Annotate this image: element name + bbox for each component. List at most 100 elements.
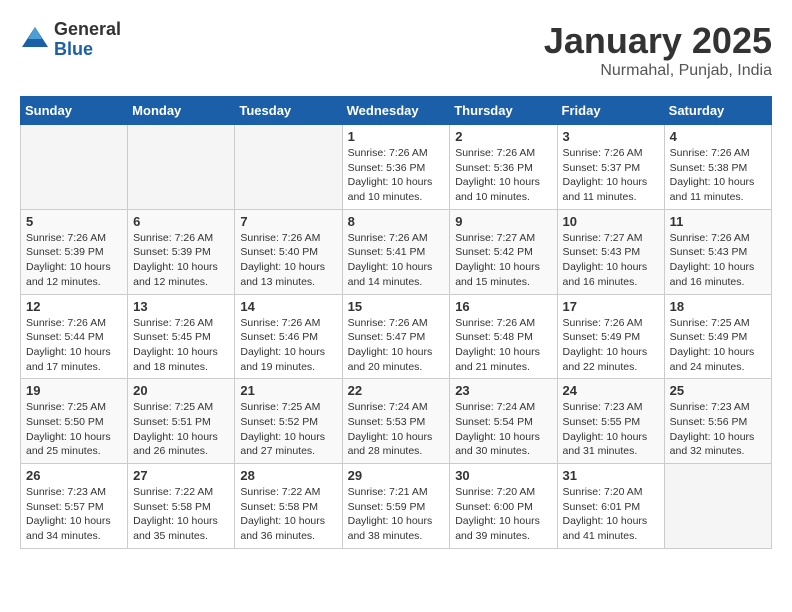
day-info: Sunrise: 7:26 AM Sunset: 5:45 PM Dayligh… <box>133 316 229 375</box>
day-info: Sunrise: 7:25 AM Sunset: 5:50 PM Dayligh… <box>26 400 122 459</box>
day-number: 31 <box>563 468 659 483</box>
day-number: 20 <box>133 383 229 398</box>
day-info: Sunrise: 7:26 AM Sunset: 5:49 PM Dayligh… <box>563 316 659 375</box>
calendar-cell: 25 Sunrise: 7:23 AM Sunset: 5:56 PM Dayli… <box>664 379 771 464</box>
weekday-header-row: SundayMondayTuesdayWednesdayThursdayFrid… <box>21 97 772 125</box>
day-info: Sunrise: 7:27 AM Sunset: 5:42 PM Dayligh… <box>455 231 551 290</box>
day-info: Sunrise: 7:26 AM Sunset: 5:40 PM Dayligh… <box>240 231 336 290</box>
day-info: Sunrise: 7:26 AM Sunset: 5:48 PM Dayligh… <box>455 316 551 375</box>
logo-icon <box>20 25 50 55</box>
calendar-cell: 30Sunrise: 7:20 AM Sunset: 6:00 PM Dayli… <box>450 464 557 549</box>
logo-text: General Blue <box>54 20 121 60</box>
calendar-cell: 29Sunrise: 7:21 AM Sunset: 5:59 PM Dayli… <box>342 464 450 549</box>
calendar-cell: 11 Sunrise: 7:26 AM Sunset: 5:43 PM Dayli… <box>664 209 771 294</box>
day-info: Sunrise: 7:25 AM Sunset: 5:49 PM Dayligh… <box>670 316 766 375</box>
calendar-cell: 4Sunrise: 7:26 AM Sunset: 5:38 PM Daylig… <box>664 125 771 210</box>
day-number: 3 <box>563 129 659 144</box>
day-number: 8 <box>348 214 445 229</box>
day-info: Sunrise: 7:25 AM Sunset: 5:51 PM Dayligh… <box>133 400 229 459</box>
day-info: Sunrise: 7:21 AM Sunset: 5:59 PM Dayligh… <box>348 485 445 544</box>
calendar-cell: 9 Sunrise: 7:27 AM Sunset: 5:42 PM Daylig… <box>450 209 557 294</box>
day-number: 15 <box>348 299 445 314</box>
weekday-header-saturday: Saturday <box>664 97 771 125</box>
day-number: 23 <box>455 383 551 398</box>
calendar-cell: 13Sunrise: 7:26 AM Sunset: 5:45 PM Dayli… <box>128 294 235 379</box>
day-number: 9 <box>455 214 551 229</box>
day-number: 28 <box>240 468 336 483</box>
calendar-cell: 2 Sunrise: 7:26 AM Sunset: 5:36 PM Daylig… <box>450 125 557 210</box>
day-number: 7 <box>240 214 336 229</box>
day-info: Sunrise: 7:26 AM Sunset: 5:43 PM Dayligh… <box>670 231 766 290</box>
calendar-cell: 27Sunrise: 7:22 AM Sunset: 5:58 PM Dayli… <box>128 464 235 549</box>
day-number: 18 <box>670 299 766 314</box>
calendar-cell: 5 Sunrise: 7:26 AM Sunset: 5:39 PM Daylig… <box>21 209 128 294</box>
weekday-header-sunday: Sunday <box>21 97 128 125</box>
day-info: Sunrise: 7:26 AM Sunset: 5:37 PM Dayligh… <box>563 146 659 205</box>
day-info: Sunrise: 7:26 AM Sunset: 5:47 PM Dayligh… <box>348 316 445 375</box>
title-block: January 2025 Nurmahal, Punjab, India <box>544 20 772 80</box>
calendar-cell: 17 Sunrise: 7:26 AM Sunset: 5:49 PM Dayli… <box>557 294 664 379</box>
day-info: Sunrise: 7:26 AM Sunset: 5:44 PM Dayligh… <box>26 316 122 375</box>
calendar-cell: 15 Sunrise: 7:26 AM Sunset: 5:47 PM Dayli… <box>342 294 450 379</box>
calendar-subtitle: Nurmahal, Punjab, India <box>544 62 772 80</box>
calendar-cell: 10Sunrise: 7:27 AM Sunset: 5:43 PM Dayli… <box>557 209 664 294</box>
calendar-cell: 24Sunrise: 7:23 AM Sunset: 5:55 PM Dayli… <box>557 379 664 464</box>
calendar-cell: 20 Sunrise: 7:25 AM Sunset: 5:51 PM Dayli… <box>128 379 235 464</box>
day-info: Sunrise: 7:22 AM Sunset: 5:58 PM Dayligh… <box>240 485 336 544</box>
page-header: General Blue January 2025 Nurmahal, Punj… <box>20 20 772 80</box>
calendar-cell: 21Sunrise: 7:25 AM Sunset: 5:52 PM Dayli… <box>235 379 342 464</box>
day-info: Sunrise: 7:26 AM Sunset: 5:39 PM Dayligh… <box>133 231 229 290</box>
calendar-cell: 1 Sunrise: 7:26 AM Sunset: 5:36 PM Daylig… <box>342 125 450 210</box>
day-number: 19 <box>26 383 122 398</box>
calendar-cell: 16 Sunrise: 7:26 AM Sunset: 5:48 PM Dayli… <box>450 294 557 379</box>
day-number: 10 <box>563 214 659 229</box>
weekday-header-thursday: Thursday <box>450 97 557 125</box>
day-number: 22 <box>348 383 445 398</box>
day-info: Sunrise: 7:23 AM Sunset: 5:57 PM Dayligh… <box>26 485 122 544</box>
weekday-header-monday: Monday <box>128 97 235 125</box>
calendar-week-2: 5 Sunrise: 7:26 AM Sunset: 5:39 PM Daylig… <box>21 209 772 294</box>
calendar-table: SundayMondayTuesdayWednesdayThursdayFrid… <box>20 96 772 549</box>
calendar-cell: 26 Sunrise: 7:23 AM Sunset: 5:57 PM Dayli… <box>21 464 128 549</box>
logo-general: General <box>54 20 121 40</box>
calendar-cell: 18 Sunrise: 7:25 AM Sunset: 5:49 PM Dayli… <box>664 294 771 379</box>
day-number: 14 <box>240 299 336 314</box>
day-number: 5 <box>26 214 122 229</box>
calendar-cell: 23Sunrise: 7:24 AM Sunset: 5:54 PM Dayli… <box>450 379 557 464</box>
calendar-cell: 19 Sunrise: 7:25 AM Sunset: 5:50 PM Dayli… <box>21 379 128 464</box>
calendar-week-1: 1 Sunrise: 7:26 AM Sunset: 5:36 PM Daylig… <box>21 125 772 210</box>
calendar-cell <box>128 125 235 210</box>
calendar-week-3: 12Sunrise: 7:26 AM Sunset: 5:44 PM Dayli… <box>21 294 772 379</box>
day-number: 6 <box>133 214 229 229</box>
day-number: 21 <box>240 383 336 398</box>
day-number: 4 <box>670 129 766 144</box>
day-number: 2 <box>455 129 551 144</box>
calendar-week-5: 26 Sunrise: 7:23 AM Sunset: 5:57 PM Dayli… <box>21 464 772 549</box>
day-number: 26 <box>26 468 122 483</box>
day-info: Sunrise: 7:26 AM Sunset: 5:36 PM Dayligh… <box>348 146 445 205</box>
day-info: Sunrise: 7:23 AM Sunset: 5:56 PM Dayligh… <box>670 400 766 459</box>
calendar-cell: 28 Sunrise: 7:22 AM Sunset: 5:58 PM Dayli… <box>235 464 342 549</box>
day-info: Sunrise: 7:23 AM Sunset: 5:55 PM Dayligh… <box>563 400 659 459</box>
calendar-title: January 2025 <box>544 20 772 62</box>
weekday-header-friday: Friday <box>557 97 664 125</box>
day-number: 25 <box>670 383 766 398</box>
calendar-cell: 6 Sunrise: 7:26 AM Sunset: 5:39 PM Daylig… <box>128 209 235 294</box>
weekday-header-wednesday: Wednesday <box>342 97 450 125</box>
day-info: Sunrise: 7:26 AM Sunset: 5:46 PM Dayligh… <box>240 316 336 375</box>
logo-blue: Blue <box>54 40 121 60</box>
day-number: 1 <box>348 129 445 144</box>
day-number: 17 <box>563 299 659 314</box>
day-number: 27 <box>133 468 229 483</box>
calendar-cell: 31Sunrise: 7:20 AM Sunset: 6:01 PM Dayli… <box>557 464 664 549</box>
calendar-cell <box>235 125 342 210</box>
day-number: 30 <box>455 468 551 483</box>
day-info: Sunrise: 7:26 AM Sunset: 5:39 PM Dayligh… <box>26 231 122 290</box>
day-info: Sunrise: 7:24 AM Sunset: 5:53 PM Dayligh… <box>348 400 445 459</box>
day-info: Sunrise: 7:26 AM Sunset: 5:36 PM Dayligh… <box>455 146 551 205</box>
day-number: 11 <box>670 214 766 229</box>
calendar-cell: 7 Sunrise: 7:26 AM Sunset: 5:40 PM Daylig… <box>235 209 342 294</box>
day-number: 16 <box>455 299 551 314</box>
calendar-cell: 22 Sunrise: 7:24 AM Sunset: 5:53 PM Dayli… <box>342 379 450 464</box>
calendar-cell: 8Sunrise: 7:26 AM Sunset: 5:41 PM Daylig… <box>342 209 450 294</box>
